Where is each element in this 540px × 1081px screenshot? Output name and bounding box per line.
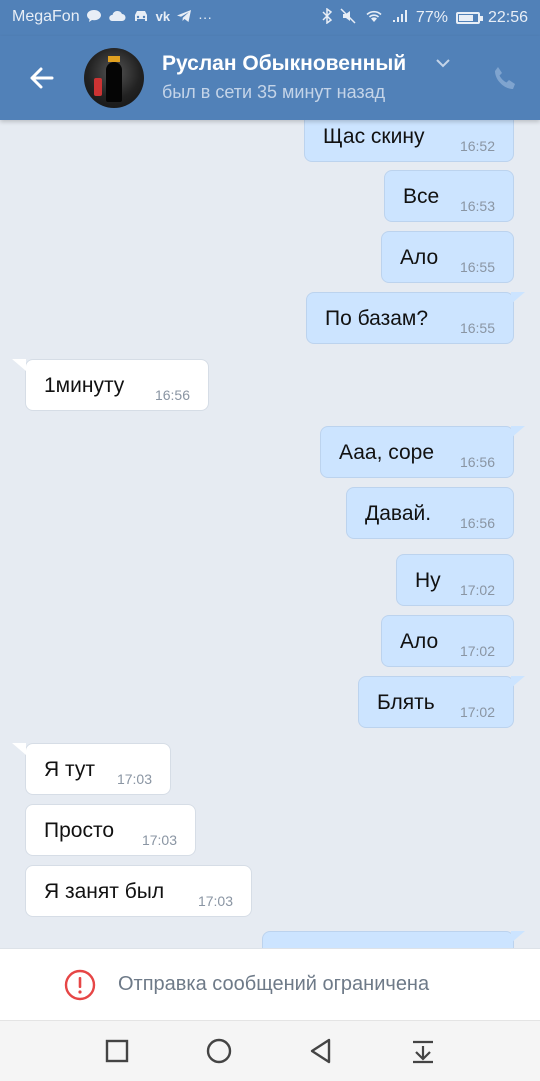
back-arrow-icon[interactable] [22,58,62,98]
phone-icon[interactable] [490,64,520,94]
bubble-tail [511,931,525,943]
message-time: 16:55 [459,259,495,275]
status-bar: MegaFon vk ··· 77% 22:56 [0,0,540,36]
bubble-tail [511,292,525,304]
message-time: 16:53 [459,198,495,214]
restriction-text: Отправка сообщений ограничена [118,973,430,995]
message-text: Давай. [365,502,432,525]
message-text: Ало [400,630,439,653]
vk-icon: vk [155,9,171,24]
message-time: 17:02 [459,643,495,659]
home-icon[interactable] [203,1035,235,1067]
message-time: 17:03 [141,832,177,848]
message-time: 17:03 [116,771,152,787]
bubble-tail [511,426,525,438]
message-text: Щас скину [323,125,425,148]
message-text: По базам? [325,307,429,330]
messaging-restricted-bar: Отправка сообщений ограничена [0,948,540,1021]
message-time: 16:56 [154,387,190,403]
avatar-lamp [94,78,102,96]
battery-fill [458,14,473,21]
message-time: 16:56 [459,515,495,531]
message-text: Просто [44,819,115,842]
cloud-icon [108,9,126,25]
incoming-message[interactable]: Я тут 17:03 [25,743,171,795]
message-time: 16:56 [459,454,495,470]
status-bar-left: MegaFon vk ··· [12,8,212,26]
bubble-tail [12,743,26,755]
message-time: 17:03 [197,893,233,909]
more-icon: ··· [198,9,213,25]
bluetooth-icon [322,7,333,27]
system-nav-bar [0,1020,540,1081]
message-time: 17:02 [459,582,495,598]
clock: 22:56 [487,8,528,26]
avatar[interactable] [84,48,144,108]
car-icon [132,9,150,26]
contact-name[interactable]: Руслан Обыкновенный [162,52,406,76]
outgoing-message[interactable]: Ало 16:55 [381,231,514,283]
message-text: Блять [377,691,435,714]
message-list[interactable]: Щас скину 16:52 Все 16:53 Ало 16:55 По базам? 1… [0,120,540,948]
message-text: Ало [400,246,439,269]
message-text: Ну [415,569,441,592]
last-seen-status: был в сети 35 минут назад [162,82,386,102]
incoming-message[interactable]: Просто 17:03 [25,804,196,856]
chevron-down-icon[interactable] [434,56,452,74]
recent-apps-icon[interactable] [101,1035,133,1067]
outgoing-message[interactable]: Щас скину 16:52 [304,120,514,162]
battery-icon [455,11,483,24]
message-time: 16:55 [459,320,495,336]
telegram-icon [176,9,192,26]
outgoing-message[interactable]: Блять 17:02 [358,676,514,728]
mute-icon [340,8,356,27]
chat-bubble-icon [86,9,102,26]
message-text: 1минуту [44,374,125,397]
message-text: Ааа, соре [339,441,435,464]
warning-circle-icon [64,969,96,1001]
signal-icon [392,9,408,26]
outgoing-message[interactable]: Ну 17:02 [396,554,514,606]
avatar-figure [106,62,122,102]
message-time: 17:02 [459,704,495,720]
incoming-message[interactable]: Я занят был 17:03 [25,865,252,917]
outgoing-message[interactable]: Давай. 16:56 [346,487,514,539]
outgoing-message[interactable] [262,931,514,948]
wifi-icon [364,9,384,26]
outgoing-message[interactable]: Все 16:53 [384,170,514,222]
outgoing-message[interactable]: Ало 17:02 [381,615,514,667]
bubble-tail [511,676,525,688]
notification-pull-icon[interactable] [407,1035,439,1067]
message-text: Все [403,185,440,208]
chat-header: Руслан Обыкновенный был в сети 35 минут … [0,36,540,120]
bubble-tail [12,359,26,371]
battery-percent: 77% [415,8,448,26]
incoming-message[interactable]: 1минуту 16:56 [25,359,209,411]
back-triangle-icon[interactable] [305,1035,337,1067]
outgoing-message[interactable]: Ааа, соре 16:56 [320,426,514,478]
message-text: Я занят был [44,880,165,903]
status-bar-right: 77% 22:56 [322,7,528,27]
carrier-name: MegaFon [12,8,80,25]
message-time: 16:52 [459,138,495,154]
outgoing-message[interactable]: По базам? 16:55 [306,292,514,344]
message-text: Я тут [44,758,95,781]
